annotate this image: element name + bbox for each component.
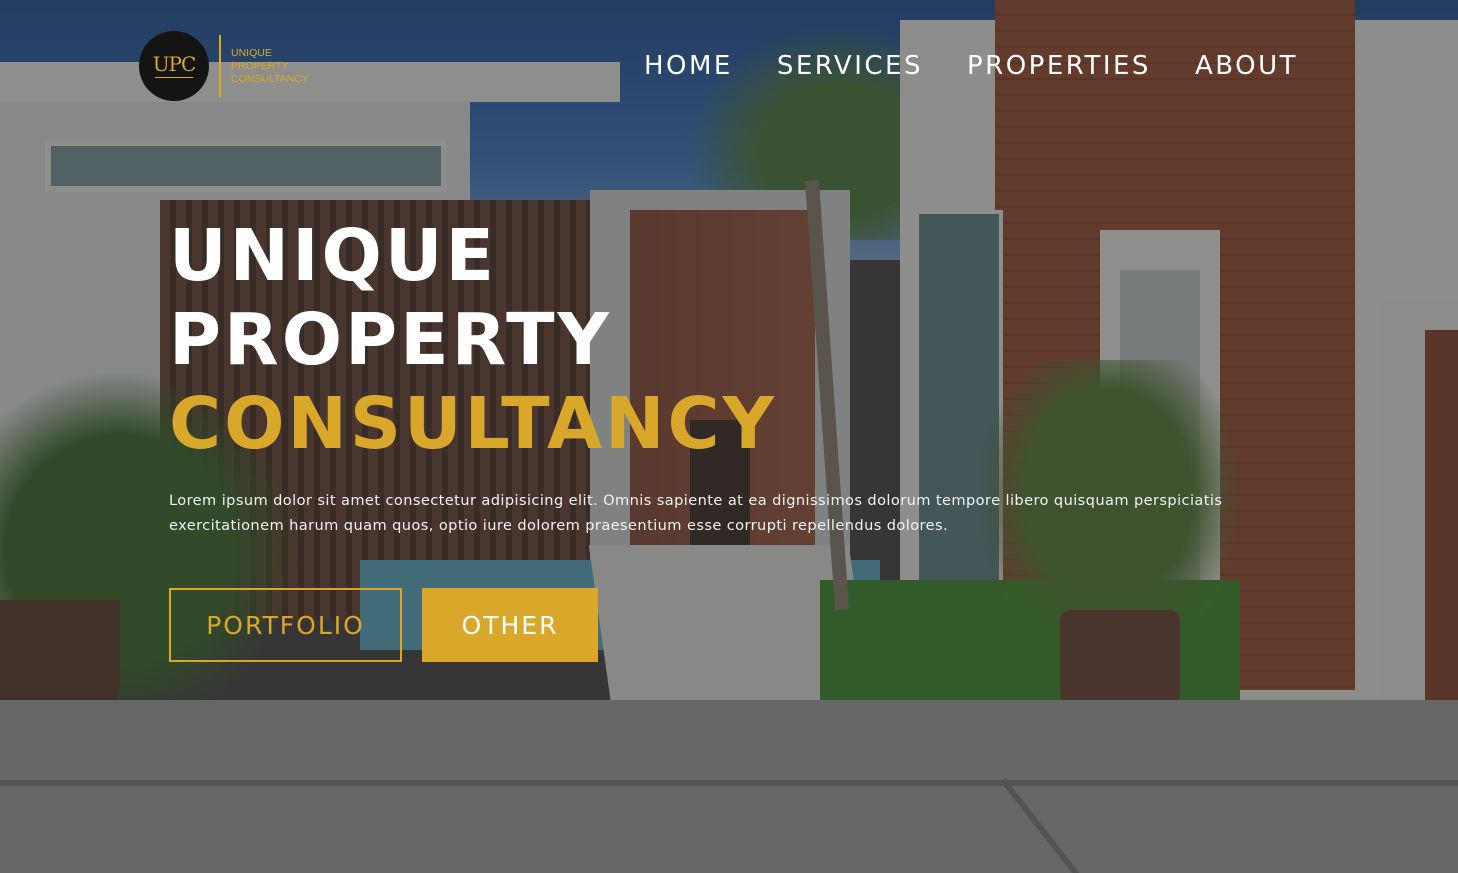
logo-underline (155, 77, 193, 78)
other-button[interactable]: OTHER (422, 588, 598, 662)
logo-emblem: UPC (139, 31, 209, 101)
logo-word-1: UNIQUE (231, 46, 272, 59)
logo-word-3: CONSULTANCY (231, 72, 309, 85)
hero-title: UNIQUE PROPERTY CONSULTANCY (169, 214, 1229, 466)
hero-description: Lorem ipsum dolor sit amet consectetur a… (169, 492, 1223, 534)
hero-title-line-2: PROPERTY (169, 298, 612, 381)
main-nav: HOME SERVICES PROPERTIES ABOUT (644, 50, 1298, 82)
nav-link-home[interactable]: HOME (644, 50, 733, 82)
brand-logo[interactable]: UPC UNIQUE PROPERTY CONSULTANCY (139, 31, 309, 101)
hero-title-line-1: UNIQUE (169, 214, 498, 297)
logo-wordmark: UNIQUE PROPERTY CONSULTANCY (231, 47, 309, 86)
logo-mark: UPC (152, 52, 197, 76)
hero-title-line-3: CONSULTANCY (169, 382, 777, 465)
portfolio-button[interactable]: PORTFOLIO (169, 588, 402, 662)
nav-link-services[interactable]: SERVICES (777, 50, 923, 82)
logo-divider (219, 35, 221, 97)
nav-link-properties[interactable]: PROPERTIES (967, 50, 1151, 82)
logo-word-2: PROPERTY (231, 59, 289, 72)
hero-buttons: PORTFOLIO OTHER (169, 588, 1229, 662)
nav-link-about[interactable]: ABOUT (1195, 50, 1298, 82)
hero-section: UNIQUE PROPERTY CONSULTANCY Lorem ipsum … (169, 214, 1229, 662)
